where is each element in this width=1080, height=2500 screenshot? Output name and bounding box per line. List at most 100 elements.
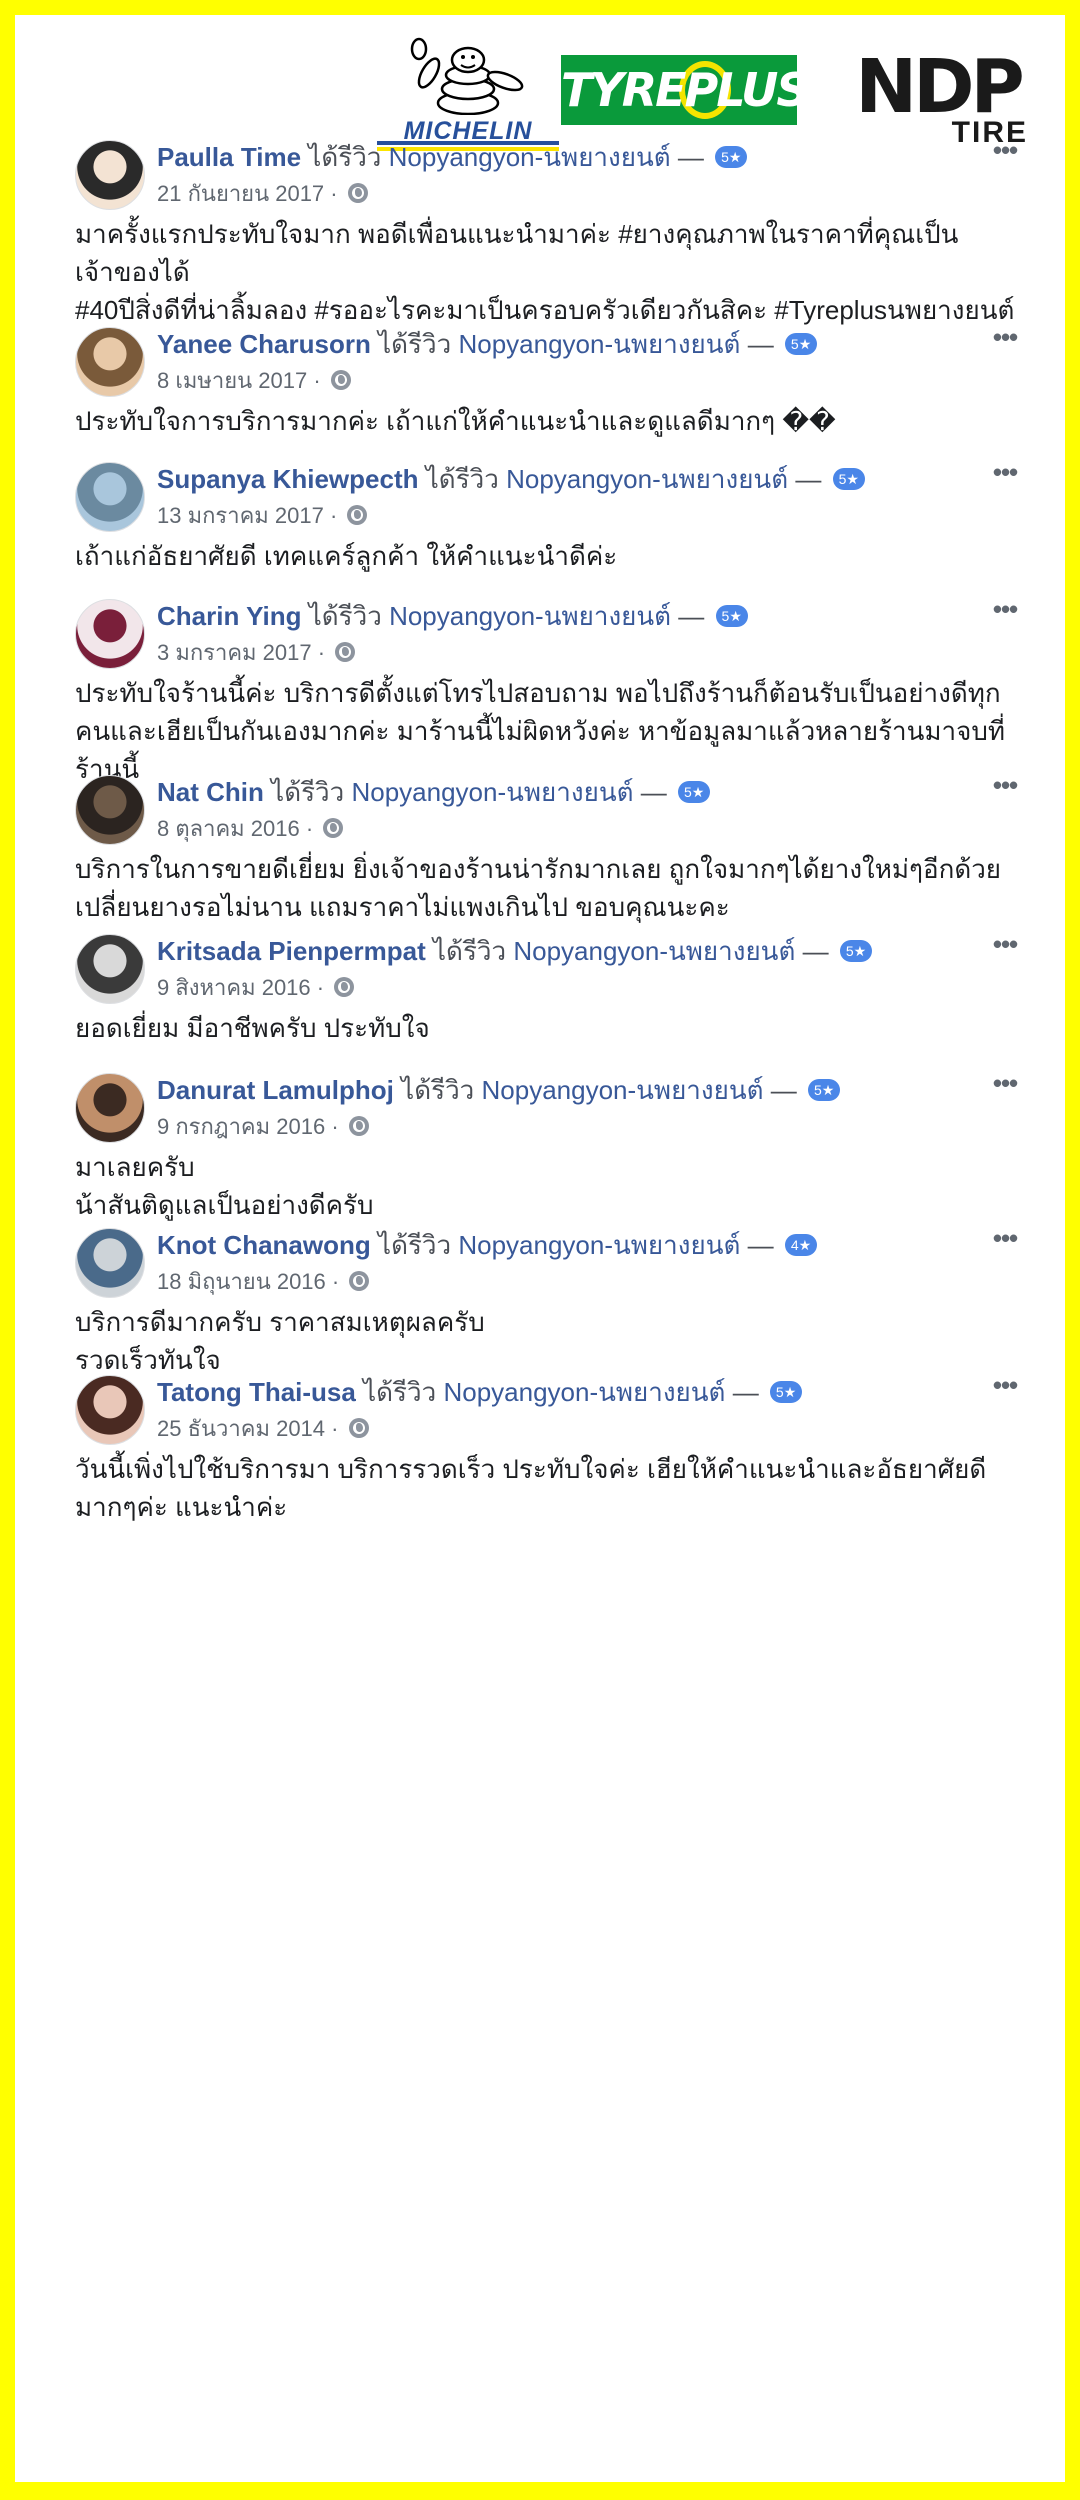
public-globe-icon xyxy=(349,1271,370,1292)
public-globe-icon xyxy=(335,642,356,663)
review-title-line: Charin Ying ได้รีวิว Nopyangyon-นพยางยนต… xyxy=(157,599,975,633)
rating-badge: 5★ xyxy=(715,146,748,169)
rating-badge: 5★ xyxy=(769,1381,803,1404)
rating-badge: 5★ xyxy=(677,781,711,804)
review-meta-line: 9 สิงหาคม 2016 · xyxy=(157,974,975,1002)
reviewer-avatar[interactable] xyxy=(75,599,145,669)
review-text: มาเลยครับ น้าสันติดูแลเป็นอย่างดีครับ xyxy=(75,1152,374,1220)
separator-dash: — xyxy=(802,936,829,966)
meta-dot: · xyxy=(329,503,338,528)
meta-dot: · xyxy=(331,1114,339,1139)
reviewer-name[interactable]: Nat Chin xyxy=(157,777,264,807)
review-meta-line: 9 กรกฎาคม 2016 · xyxy=(157,1113,975,1141)
meta-dot: · xyxy=(331,1269,340,1294)
more-options-icon[interactable]: ••• xyxy=(985,772,1025,799)
review-date[interactable]: 13 มกราคม 2017 xyxy=(157,503,324,528)
review-text: มาครั้งแรกประทับใจมาก พอดีเพื่อนแนะนำมาค… xyxy=(75,219,1015,325)
review-header: Paulla Time ได้รีวิว Nopyangyon-นพยางยนต… xyxy=(157,140,975,208)
public-globe-icon xyxy=(347,505,368,526)
more-options-icon[interactable]: ••• xyxy=(985,1070,1025,1097)
review-meta-line: 21 กันยายน 2017 · xyxy=(157,180,975,208)
reviewed-page-link[interactable]: Nopyangyon-นพยางยนต์ xyxy=(443,1377,725,1407)
review-meta-line: 8 เมษายน 2017 · xyxy=(157,367,975,395)
review-date[interactable]: 3 มกราคม 2017 xyxy=(157,640,312,665)
michelin-man-icon xyxy=(410,37,524,116)
review-text: บริการในการขายดีเยี่ยม ยิ่งเจ้าของร้านน่… xyxy=(75,854,1002,922)
reviewer-name[interactable]: Knot Chanawong xyxy=(157,1230,371,1260)
more-options-icon[interactable]: ••• xyxy=(985,1372,1025,1399)
review-date[interactable]: 25 ธันวาคม 2014 xyxy=(157,1416,325,1441)
review-date[interactable]: 18 มิถุนายน 2016 xyxy=(157,1269,326,1294)
review-header: Charin Ying ได้รีวิว Nopyangyon-นพยางยนต… xyxy=(157,599,975,667)
reviewed-page-link[interactable]: Nopyangyon-นพยางยนต์ xyxy=(389,601,671,631)
meta-dot: · xyxy=(317,640,326,665)
review-date[interactable]: 8 ตุลาคม 2016 xyxy=(157,816,300,841)
reviewed-page-link[interactable]: Nopyangyon-นพยางยนต์ xyxy=(458,329,740,359)
more-options-icon[interactable]: ••• xyxy=(985,931,1025,958)
tyreplus-logo: TYREPLUS xyxy=(561,55,810,125)
rating-badge: 4★ xyxy=(784,1234,818,1257)
review-meta-line: 18 มิถุนายน 2016 · xyxy=(157,1268,975,1296)
review-meta-line: 13 มกราคม 2017 · xyxy=(157,502,975,530)
review-header: Knot Chanawong ได้รีวิว Nopyangyon-นพยาง… xyxy=(157,1228,975,1296)
review-verb: ได้รีวิว xyxy=(378,329,452,359)
reviewer-avatar[interactable] xyxy=(75,462,145,532)
reviewer-avatar[interactable] xyxy=(75,934,145,1004)
review-text: ประทับใจการบริการมากค่ะ เถ้าแก่ให้คำแนะน… xyxy=(75,406,836,436)
separator-dash: — xyxy=(747,329,774,359)
reviewed-page-link[interactable]: Nopyangyon-นพยางยนต์ xyxy=(482,1075,764,1105)
reviewer-avatar[interactable] xyxy=(75,1375,145,1445)
reviewer-avatar[interactable] xyxy=(75,140,145,210)
separator-dash: — xyxy=(677,142,704,172)
review-verb: ได้รีวิว xyxy=(432,936,507,966)
public-globe-icon xyxy=(330,370,351,391)
ndp-tire-logo: NDP TIRE xyxy=(818,50,1058,150)
more-options-icon[interactable]: ••• xyxy=(985,459,1025,486)
review-title-line: Paulla Time ได้รีวิว Nopyangyon-นพยางยนต… xyxy=(157,140,975,174)
review-header: Danurat Lamulphoj ได้รีวิว Nopyangyon-นพ… xyxy=(157,1073,975,1141)
reviewer-avatar[interactable] xyxy=(75,1228,145,1298)
review-verb: ได้รีวิว xyxy=(378,1230,452,1260)
reviewer-avatar[interactable] xyxy=(75,775,145,845)
review-date[interactable]: 21 กันยายน 2017 xyxy=(157,181,324,206)
separator-dash: — xyxy=(640,777,667,807)
ndp-wordmark: NDP xyxy=(855,44,1025,130)
michelin-logo: MICHELIN xyxy=(377,35,559,151)
reviewer-avatar[interactable] xyxy=(75,327,145,397)
reviewed-page-link[interactable]: Nopyangyon-นพยางยนต์ xyxy=(458,1230,740,1260)
public-globe-icon xyxy=(347,183,368,204)
reviewed-page-link[interactable]: Nopyangyon-นพยางยนต์ xyxy=(351,777,633,807)
public-globe-icon xyxy=(323,818,344,839)
meta-dot: · xyxy=(313,368,321,393)
review-date[interactable]: 9 กรกฎาคม 2016 xyxy=(157,1114,325,1139)
review-text: เถ้าแก่อัธยาศัยดี เทคแคร์ลูกค้า ให้คำแนะ… xyxy=(75,541,618,571)
reviewer-name[interactable]: Tatong Thai-usa xyxy=(157,1377,356,1407)
more-options-icon[interactable]: ••• xyxy=(985,324,1025,351)
reviewer-name[interactable]: Danurat Lamulphoj xyxy=(157,1075,394,1105)
reviewer-name[interactable]: Kritsada Pienpermpat xyxy=(157,936,426,966)
more-options-icon[interactable]: ••• xyxy=(985,596,1025,623)
meta-dot: · xyxy=(305,816,314,841)
reviewer-name[interactable]: Yanee Charusorn xyxy=(157,329,371,359)
meta-dot: · xyxy=(330,181,338,206)
review-title-line: Yanee Charusorn ได้รีวิว Nopyangyon-นพยา… xyxy=(157,327,975,361)
review-title-line: Tatong Thai-usa ได้รีวิว Nopyangyon-นพยา… xyxy=(157,1375,975,1409)
review-header: Kritsada Pienpermpat ได้รีวิว Nopyangyon… xyxy=(157,934,975,1002)
reviewer-name[interactable]: Charin Ying xyxy=(157,601,301,631)
review-verb: ได้รีวิว xyxy=(363,1377,437,1407)
review-verb: ได้รีวิว xyxy=(271,777,345,807)
review-meta-line: 8 ตุลาคม 2016 · xyxy=(157,815,975,843)
reviewed-page-link[interactable]: Nopyangyon-นพยางยนต์ xyxy=(506,464,788,494)
review-date[interactable]: 8 เมษายน 2017 xyxy=(157,368,307,393)
more-options-icon[interactable]: ••• xyxy=(985,1225,1025,1252)
reviewer-avatar[interactable] xyxy=(75,1073,145,1143)
reviewer-name[interactable]: Paulla Time xyxy=(157,142,301,172)
reviewed-page-link[interactable]: Nopyangyon-นพยางยนต์ xyxy=(513,936,795,966)
reviewed-page-link[interactable]: Nopyangyon-นพยางยนต์ xyxy=(389,142,671,172)
tyreplus-wordmark: TYREPLUS xyxy=(561,63,810,117)
rating-badge: 5★ xyxy=(715,605,748,628)
more-options-icon[interactable]: ••• xyxy=(985,137,1025,164)
review-date[interactable]: 9 สิงหาคม 2016 xyxy=(157,975,311,1000)
reviewer-name[interactable]: Supanya Khiewpecth xyxy=(157,464,419,494)
review-header: Tatong Thai-usa ได้รีวิว Nopyangyon-นพยา… xyxy=(157,1375,975,1443)
